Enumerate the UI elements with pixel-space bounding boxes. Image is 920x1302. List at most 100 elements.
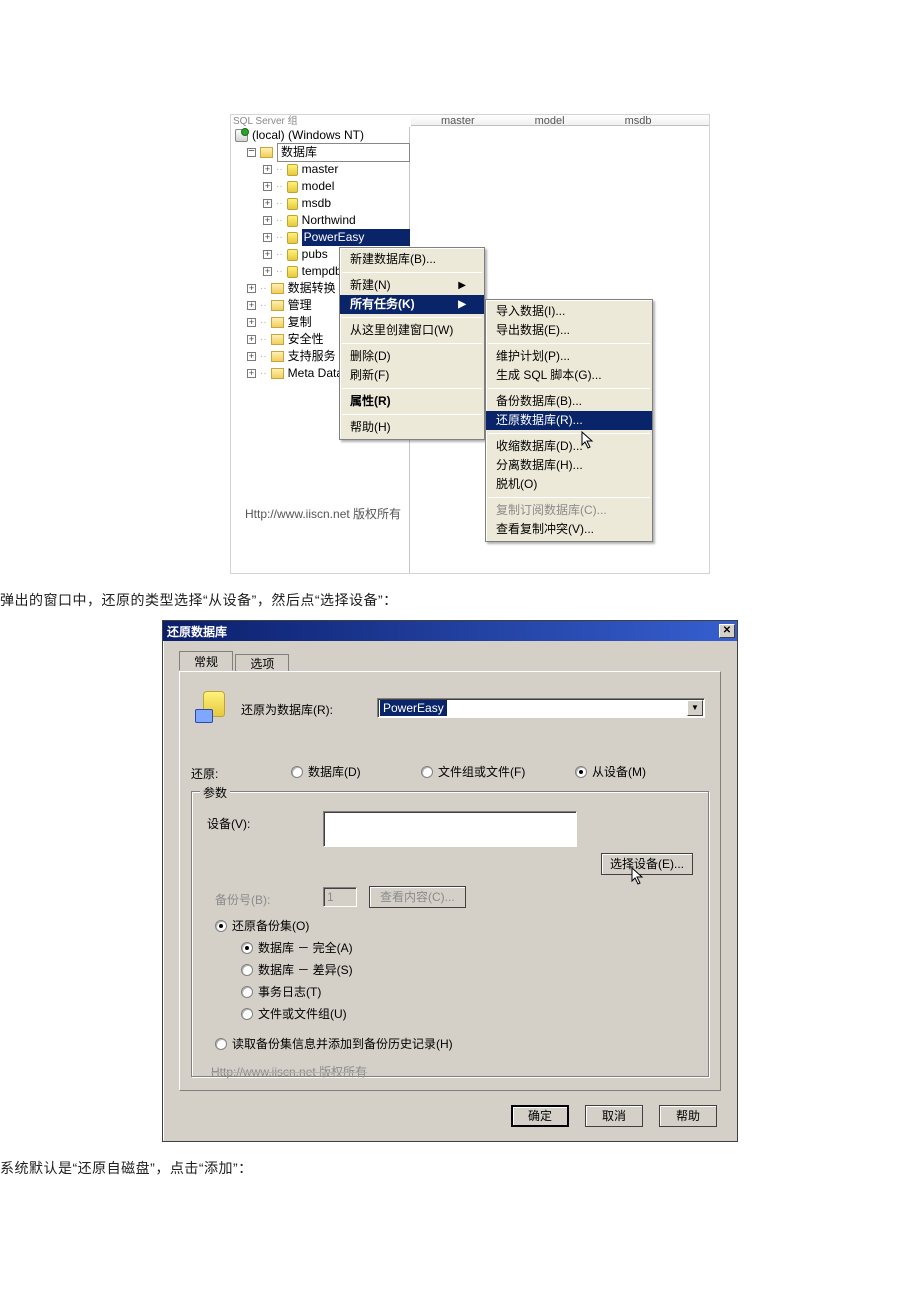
menu-export-data[interactable]: 导出数据(E)... bbox=[486, 321, 652, 340]
submenu-all-tasks[interactable]: 导入数据(I)... 导出数据(E)... 维护计划(P)... 生成 SQL … bbox=[485, 299, 653, 542]
radio-label: 从设备(M) bbox=[592, 763, 646, 780]
menu-detach-database[interactable]: 分离数据库(H)... bbox=[486, 456, 652, 475]
menu-separator bbox=[488, 343, 650, 344]
menu-maintenance-plan[interactable]: 维护计划(P)... bbox=[486, 347, 652, 366]
restore-icon bbox=[195, 691, 227, 723]
restore-database-dialog-figure: 还原数据库 ✕ 常规 选项 还原为数据库(R): PowerEasy ▼ bbox=[162, 620, 738, 1142]
node-db-powereasy[interactable]: +··PowerEasy bbox=[235, 229, 410, 246]
menu-refresh[interactable]: 刷新(F) bbox=[340, 366, 484, 385]
instruction-text-1: 弹出的窗口中，还原的类型选择“从设备”，然后点“选择设备”： bbox=[0, 590, 920, 610]
watermark: Http://www.iiscn.net 版权所有 bbox=[245, 505, 401, 522]
instruction-text-2: 系统默认是“还原自磁盘”，点击“添加”： bbox=[0, 1158, 920, 1178]
cancel-button[interactable]: 取消 bbox=[585, 1105, 643, 1127]
menu-offline[interactable]: 脱机(O) bbox=[486, 475, 652, 494]
radio-label: 文件组或文件(F) bbox=[438, 763, 525, 780]
expand-icon[interactable]: + bbox=[263, 199, 272, 208]
submenu-arrow-icon: ▶ bbox=[458, 276, 466, 295]
restore-as-value: PowerEasy bbox=[380, 700, 447, 716]
expand-icon[interactable]: + bbox=[263, 267, 272, 276]
backup-number-label: 备份号(B): bbox=[215, 891, 270, 908]
restore-as-combo[interactable]: PowerEasy ▼ bbox=[377, 698, 705, 718]
node-db-master[interactable]: +··master bbox=[235, 161, 410, 178]
expand-icon[interactable]: + bbox=[263, 233, 272, 242]
menu-properties[interactable]: 属性(R) bbox=[340, 392, 484, 411]
menu-shrink-database[interactable]: 收缩数据库(D)... bbox=[486, 437, 652, 456]
expand-icon[interactable]: + bbox=[263, 165, 272, 174]
folder-icon bbox=[271, 300, 284, 311]
radio-label: 事务日志(T) bbox=[258, 983, 321, 1000]
radio-diff[interactable]: 数据库 － 差异(S) bbox=[241, 961, 353, 978]
radio-filegroup-set[interactable]: 文件或文件组(U) bbox=[241, 1005, 347, 1022]
menu-new[interactable]: 新建(N)▶ bbox=[340, 276, 484, 295]
group-legend: 参数 bbox=[200, 784, 230, 801]
radio-from-device[interactable]: 从设备(M) bbox=[575, 763, 646, 780]
radio-read-backup-info[interactable]: 读取备份集信息并添加到备份历史记录(H) bbox=[215, 1035, 453, 1052]
radio-label: 文件或文件组(U) bbox=[258, 1005, 347, 1022]
menu-copy-subscription: 复制订阅数据库(C)... bbox=[486, 501, 652, 520]
database-icon bbox=[287, 198, 298, 210]
menu-backup-database[interactable]: 备份数据库(B)... bbox=[486, 392, 652, 411]
ok-button[interactable]: 确定 bbox=[511, 1105, 569, 1127]
context-menu[interactable]: 新建数据库(B)... 新建(N)▶ 所有任务(K)▶ 从这里创建窗口(W) 删… bbox=[339, 247, 485, 440]
expand-icon[interactable]: + bbox=[247, 369, 256, 378]
close-button[interactable]: ✕ bbox=[719, 624, 735, 638]
radio-label: 还原备份集(O) bbox=[232, 917, 309, 934]
database-icon bbox=[287, 249, 298, 261]
expand-icon[interactable]: + bbox=[247, 318, 256, 327]
node-db-model[interactable]: +··model bbox=[235, 178, 410, 195]
folder-icon bbox=[271, 351, 284, 362]
listview-columns: master model msdb n... bbox=[411, 115, 709, 126]
dialog-buttons: 确定 取消 帮助 bbox=[511, 1105, 717, 1127]
radio-full[interactable]: 数据库 － 完全(A) bbox=[241, 939, 353, 956]
node-db-msdb[interactable]: +··msdb bbox=[235, 195, 410, 212]
radio-database[interactable]: 数据库(D) bbox=[291, 763, 361, 780]
watermark: Http://www.iiscn.net 版权所有 bbox=[211, 1063, 367, 1080]
node-label: msdb bbox=[302, 195, 410, 212]
expand-icon[interactable]: + bbox=[247, 301, 256, 310]
folder-icon bbox=[271, 317, 284, 328]
database-icon bbox=[287, 181, 298, 193]
device-textbox[interactable] bbox=[323, 811, 577, 847]
node-server[interactable]: (local) (Windows NT) bbox=[235, 127, 410, 144]
submenu-arrow-icon: ▶ bbox=[458, 295, 466, 314]
collapse-icon[interactable]: − bbox=[247, 148, 256, 157]
help-button[interactable]: 帮助 bbox=[659, 1105, 717, 1127]
dialog-titlebar[interactable]: 还原数据库 ✕ bbox=[163, 621, 737, 641]
restore-type-label: 还原: bbox=[191, 765, 218, 782]
menu-new-database[interactable]: 新建数据库(B)... bbox=[340, 250, 484, 269]
col-model: model bbox=[535, 115, 565, 125]
node-db-northwind[interactable]: +··Northwind bbox=[235, 212, 410, 229]
tab-options[interactable]: 选项 bbox=[235, 654, 289, 672]
radio-label: 数据库(D) bbox=[308, 763, 361, 780]
choose-device-button[interactable]: 选择设备(E)... bbox=[601, 853, 693, 875]
expand-icon[interactable]: + bbox=[247, 284, 256, 293]
menu-generate-script[interactable]: 生成 SQL 脚本(G)... bbox=[486, 366, 652, 385]
menu-separator bbox=[342, 317, 482, 318]
radio-log[interactable]: 事务日志(T) bbox=[241, 983, 321, 1000]
node-label: 数据库 bbox=[277, 143, 410, 162]
menu-all-tasks[interactable]: 所有任务(K)▶ bbox=[340, 295, 484, 314]
folder-icon bbox=[260, 147, 273, 158]
expand-icon[interactable]: + bbox=[263, 182, 272, 191]
radio-filegroup[interactable]: 文件组或文件(F) bbox=[421, 763, 525, 780]
menu-view-conflicts[interactable]: 查看复制冲突(V)... bbox=[486, 520, 652, 539]
dropdown-icon[interactable]: ▼ bbox=[687, 700, 703, 716]
menu-delete[interactable]: 删除(D) bbox=[340, 347, 484, 366]
tab-general[interactable]: 常规 bbox=[179, 651, 233, 671]
expand-icon[interactable]: + bbox=[263, 216, 272, 225]
menu-import-data[interactable]: 导入数据(I)... bbox=[486, 302, 652, 321]
node-databases[interactable]: − 数据库 bbox=[235, 144, 410, 161]
restore-as-label: 还原为数据库(R): bbox=[241, 701, 333, 718]
menu-help[interactable]: 帮助(H) bbox=[340, 418, 484, 437]
device-label: 设备(V): bbox=[207, 815, 250, 832]
menu-new-window[interactable]: 从这里创建窗口(W) bbox=[340, 321, 484, 340]
expand-icon[interactable]: + bbox=[247, 335, 256, 344]
expand-icon[interactable]: + bbox=[263, 250, 272, 259]
node-label: PowerEasy bbox=[302, 229, 410, 246]
database-icon bbox=[287, 232, 298, 244]
radio-restore-backup-set[interactable]: 还原备份集(O) bbox=[215, 917, 309, 934]
folder-icon bbox=[271, 334, 284, 345]
node-label: master bbox=[302, 161, 410, 178]
expand-icon[interactable]: + bbox=[247, 352, 256, 361]
menu-restore-database[interactable]: 还原数据库(R)... bbox=[486, 411, 652, 430]
